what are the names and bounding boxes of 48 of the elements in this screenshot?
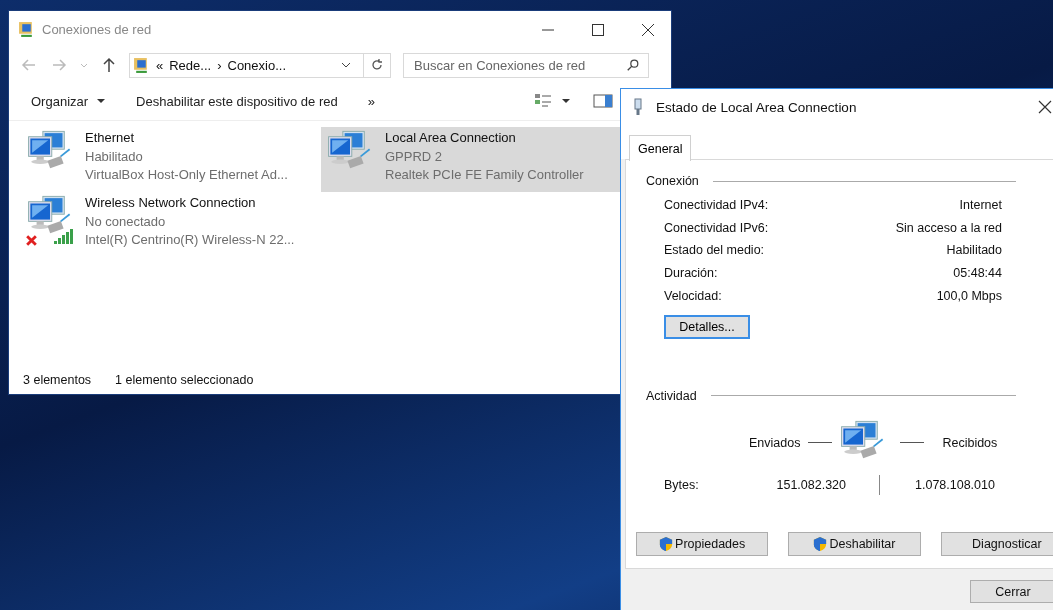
- breadcrumb-item[interactable]: «: [156, 57, 164, 73]
- toolbar-button[interactable]: »: [359, 89, 383, 113]
- dialog-button[interactable]: Diagnosticar: [940, 531, 1053, 556]
- window-title: Conexiones de red: [42, 22, 152, 37]
- sent-label: Enviados: [749, 435, 801, 450]
- field-label: Duración:: [664, 266, 718, 281]
- breadcrumb-item[interactable]: Conexio...: [227, 57, 287, 73]
- breadcrumb-item[interactable]: ›: [217, 57, 222, 73]
- field-label: Bytes:: [664, 477, 700, 492]
- network-connection-item[interactable]: Wireless Network Connection No conectado Intel(R) Centrino(R) Wireless-N 22...: [21, 192, 321, 257]
- group-heading: Actividad: [646, 388, 697, 403]
- network-connection-item[interactable]: Ethernet Habilitado VirtualBox Host-Only Ethernet Ad...: [21, 127, 321, 192]
- breadcrumb-item[interactable]: Rede...: [169, 57, 212, 73]
- connection-name: Local Area Connection: [385, 129, 517, 147]
- bytes-sent: 151.082.320: [775, 477, 846, 492]
- address-bar[interactable]: « Rede... › Conexio...: [129, 52, 391, 78]
- adapter-name: Intel(R) Centrino(R) Wireless-N 22...: [85, 231, 295, 249]
- dialog-title: Estado de Local Area Connection: [656, 99, 857, 115]
- dialog-tab[interactable]: General: [629, 135, 692, 161]
- received-label: Recibidos: [942, 435, 998, 450]
- dialog-button[interactable]: Propiedades: [636, 531, 769, 556]
- group-heading: Conexión: [646, 174, 699, 188]
- field-label: Conectividad IPv4:: [664, 198, 769, 213]
- field-value: Sin acceso a la red: [895, 220, 1002, 235]
- connection-status: GPPRD 2: [385, 147, 444, 166]
- connection-name: Wireless Network Connection: [85, 194, 257, 212]
- search-field[interactable]: Buscar en Conexiones de red: [403, 52, 649, 78]
- status-text: 3 elementos: [23, 373, 92, 387]
- status-text: 1 elemento seleccionado: [115, 373, 254, 387]
- details-button[interactable]: Detalles...: [664, 314, 750, 339]
- connection-status: Habilitado: [85, 147, 144, 166]
- adapter-name: VirtualBox Host-Only Ethernet Ad...: [85, 166, 288, 184]
- field-value: 05:48:44: [953, 266, 1002, 281]
- field-label: Velocidad:: [664, 288, 722, 303]
- dialog-button[interactable]: Deshabilitar: [788, 531, 921, 556]
- toolbar-button[interactable]: Organizar: [23, 89, 115, 113]
- connection-status: No conectado: [85, 212, 167, 231]
- field-label: Conectividad IPv6:: [664, 220, 769, 235]
- field-value: 100,0 Mbps: [936, 288, 1002, 303]
- adapter-name: Realtek PCIe FE Family Controller: [385, 166, 584, 184]
- close-dialog-button[interactable]: Cerrar: [970, 580, 1053, 603]
- field-value: Internet: [959, 198, 1002, 213]
- bytes-received: 1.078.108.010: [915, 477, 995, 492]
- network-connection-item[interactable]: Local Area Connection GPPRD 2 Realtek PCIe FE Family Controller: [321, 127, 621, 192]
- toolbar-button[interactable]: Deshabilitar este dispositivo de red: [128, 89, 346, 113]
- field-value: Habilitado: [946, 243, 1002, 258]
- field-label: Estado del medio:: [664, 243, 765, 258]
- connection-name: Ethernet: [85, 129, 136, 147]
